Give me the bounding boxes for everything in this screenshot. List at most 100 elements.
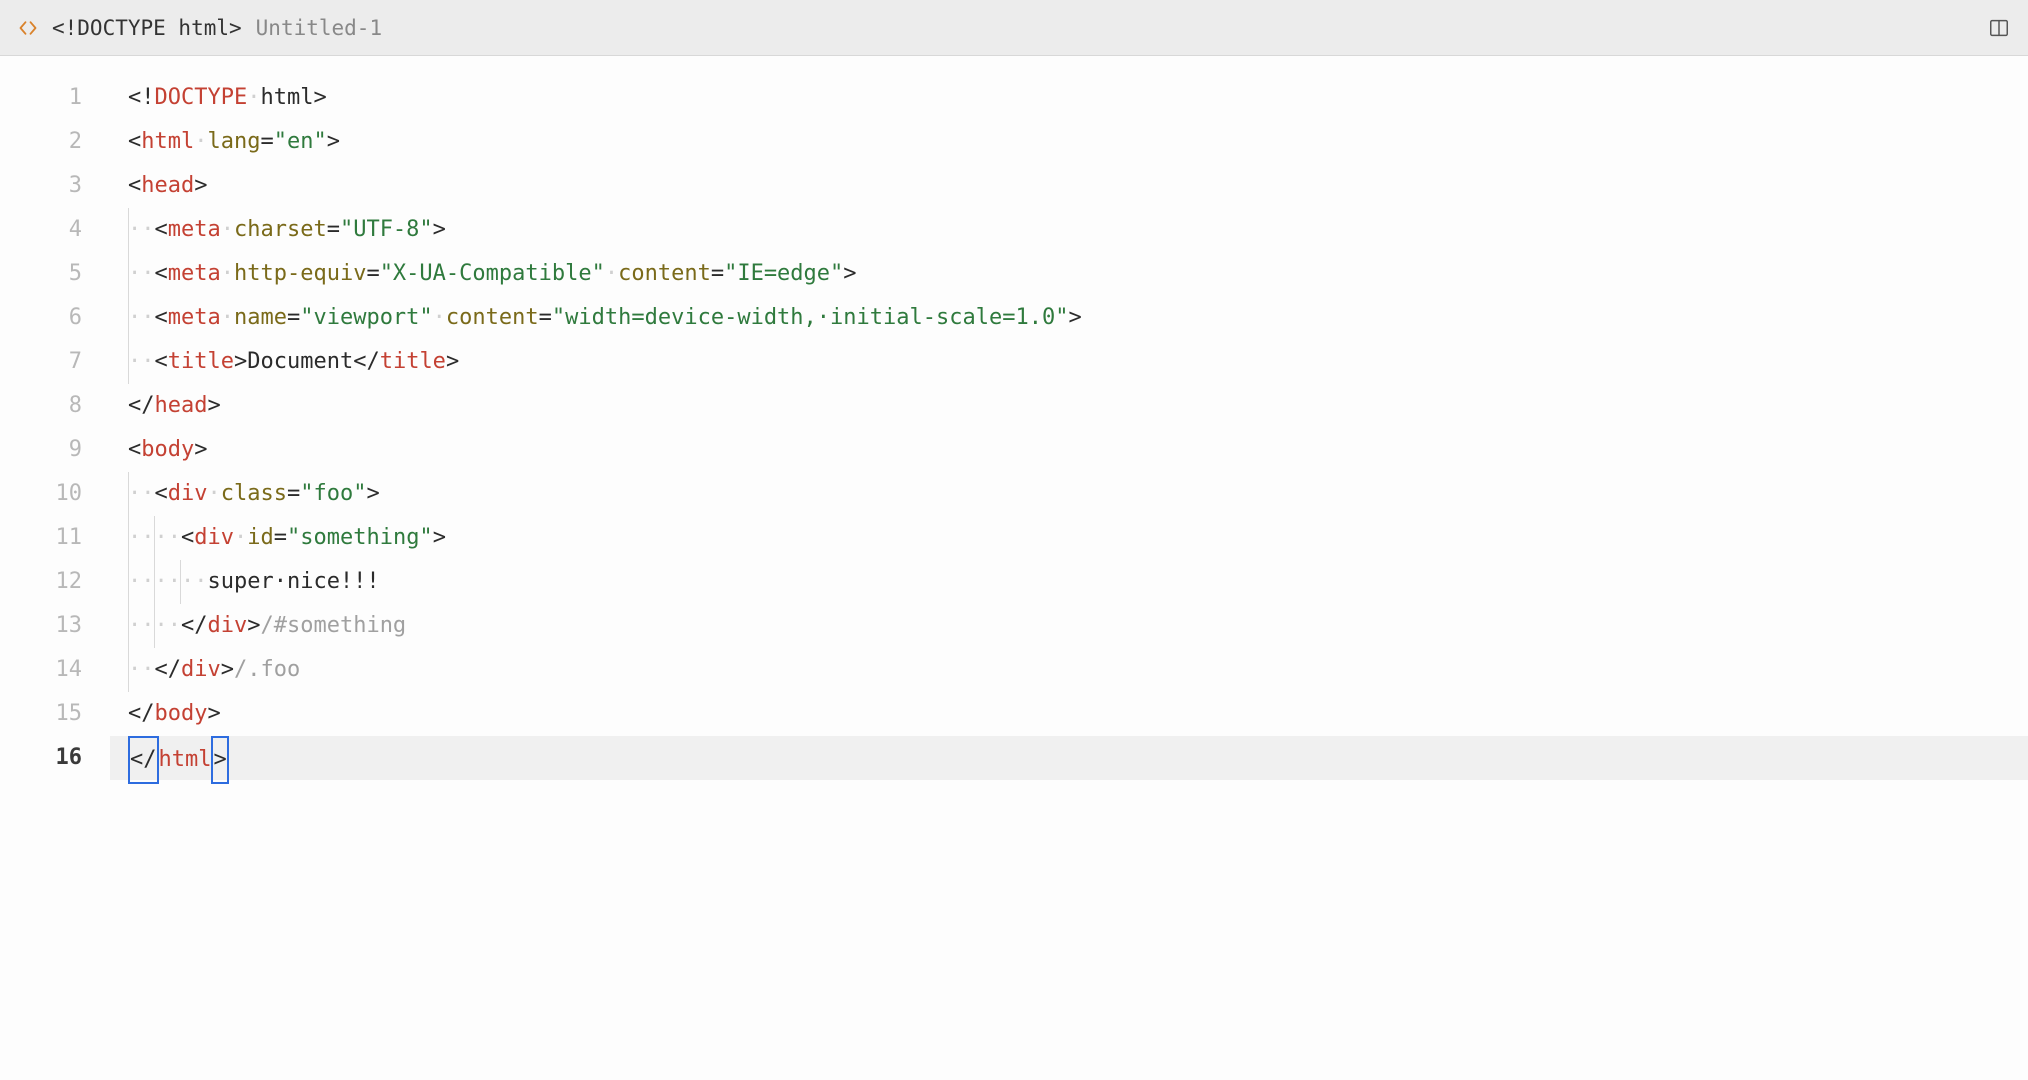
indent-guide: [154, 560, 155, 604]
indent-guide: [128, 472, 129, 516]
equals: =: [274, 525, 287, 550]
tab-doctype-label: <!DOCTYPE html>: [52, 16, 242, 40]
code-line[interactable]: </body>: [110, 692, 2028, 736]
tag-name: div: [194, 525, 234, 550]
whitespace-dot: ·: [221, 305, 234, 330]
code-line[interactable]: </html>: [110, 736, 2028, 780]
angle-bracket: >: [207, 701, 220, 726]
text-content: super·nice!!!: [207, 569, 379, 594]
line-number: 9: [0, 428, 82, 472]
angle-bracket: <: [128, 173, 141, 198]
angle-bracket: <: [155, 217, 168, 242]
tag-name: title: [380, 349, 446, 374]
tag-name: html: [159, 747, 212, 772]
attribute-name: http-equiv: [234, 261, 366, 286]
attribute-name: id: [247, 525, 274, 550]
whitespace-dot: ··: [128, 261, 155, 286]
attribute-value: "UTF-8": [340, 217, 433, 242]
split-editor-icon[interactable]: [1988, 17, 2010, 39]
angle-bracket: <: [155, 261, 168, 286]
line-number: 15: [0, 692, 82, 736]
indent-guide: [128, 340, 129, 384]
tag-name: title: [168, 349, 234, 374]
code-line[interactable]: <html·lang="en">: [110, 120, 2028, 164]
angle-bracket: <: [128, 129, 141, 154]
code-line[interactable]: ··<div·class="foo">: [110, 472, 2028, 516]
angle-bracket: >: [843, 261, 856, 286]
angle-bracket: >: [366, 481, 379, 506]
whitespace-dot: ··: [128, 349, 155, 374]
angle-bracket: >: [433, 217, 446, 242]
line-number: 13: [0, 604, 82, 648]
indent-guide: [128, 208, 129, 252]
active-tab[interactable]: <!DOCTYPE html> Untitled-1: [18, 16, 382, 40]
equals: =: [287, 305, 300, 330]
line-number: 3: [0, 164, 82, 208]
doctype-keyword: DOCTYPE: [155, 85, 248, 110]
attribute-name: lang: [207, 129, 260, 154]
whitespace-dot: ·: [605, 261, 618, 286]
equals: =: [260, 129, 273, 154]
indent-guide: [154, 516, 155, 560]
angle-bracket: >: [313, 85, 326, 110]
whitespace-dot: ······: [128, 569, 207, 594]
code-content[interactable]: <!DOCTYPE·html> <html·lang="en"> <head> …: [110, 76, 2028, 780]
line-number: 5: [0, 252, 82, 296]
code-line[interactable]: </head>: [110, 384, 2028, 428]
indent-guide: [128, 516, 129, 560]
angle-bracket: >: [234, 349, 247, 374]
code-line[interactable]: <!DOCTYPE·html>: [110, 76, 2028, 120]
whitespace-dot: ·: [208, 481, 221, 506]
angle-bracket: >: [194, 437, 207, 462]
tag-name: meta: [168, 217, 221, 242]
bracket-match-close: >: [211, 736, 228, 784]
indent-guide: [128, 560, 129, 604]
indent-guide: [128, 648, 129, 692]
code-line[interactable]: ··<meta·name="viewport"·content="width=d…: [110, 296, 2028, 340]
line-number: 8: [0, 384, 82, 428]
angle-bracket: <: [128, 437, 141, 462]
line-number: 16: [0, 736, 82, 780]
whitespace-dot: ··: [128, 305, 155, 330]
whitespace-dot: ·: [221, 261, 234, 286]
angle-bracket: <: [181, 525, 194, 550]
angle-bracket: <: [155, 481, 168, 506]
code-line[interactable]: <body>: [110, 428, 2028, 472]
code-line[interactable]: ····</div>/#something: [110, 604, 2028, 648]
code-line[interactable]: ····<div·id="something">: [110, 516, 2028, 560]
equals: =: [366, 261, 379, 286]
code-line[interactable]: ··<meta·http-equiv="X-UA-Compatible"·con…: [110, 252, 2028, 296]
editor-area[interactable]: 1 2 3 4 5 6 7 8 9 10 11 12 13 14 15 16 <…: [0, 56, 2028, 780]
attribute-value: "IE=edge": [724, 261, 843, 286]
line-number: 10: [0, 472, 82, 516]
equals: =: [539, 305, 552, 330]
angle-bracket: </: [128, 393, 155, 418]
text-content: Document: [247, 349, 353, 374]
angle-bracket: </: [181, 613, 208, 638]
line-number: 6: [0, 296, 82, 340]
tag-name: div: [207, 613, 247, 638]
line-number: 4: [0, 208, 82, 252]
code-line[interactable]: ··</div>/.foo: [110, 648, 2028, 692]
code-line[interactable]: ······super·nice!!!: [110, 560, 2028, 604]
code-line[interactable]: <head>: [110, 164, 2028, 208]
code-line[interactable]: ··<meta·charset="UTF-8">: [110, 208, 2028, 252]
whitespace-dot: ·: [234, 525, 247, 550]
closing-label: /.foo: [234, 657, 300, 682]
tag-name: div: [181, 657, 221, 682]
whitespace-dot: ·: [247, 85, 260, 110]
attribute-value: "viewport": [300, 305, 432, 330]
line-number: 2: [0, 120, 82, 164]
angle-bracket: </: [128, 701, 155, 726]
code-line[interactable]: ··<title>Document</title>: [110, 340, 2028, 384]
equals: =: [327, 217, 340, 242]
closing-label: /#something: [260, 613, 406, 638]
line-number: 1: [0, 76, 82, 120]
tag-name: div: [168, 481, 208, 506]
angle-bracket: >: [221, 657, 234, 682]
angle-bracket: >: [194, 173, 207, 198]
angle-bracket: <: [155, 349, 168, 374]
whitespace-dot: ·: [221, 217, 234, 242]
tag-name: body: [155, 701, 208, 726]
equals: =: [711, 261, 724, 286]
